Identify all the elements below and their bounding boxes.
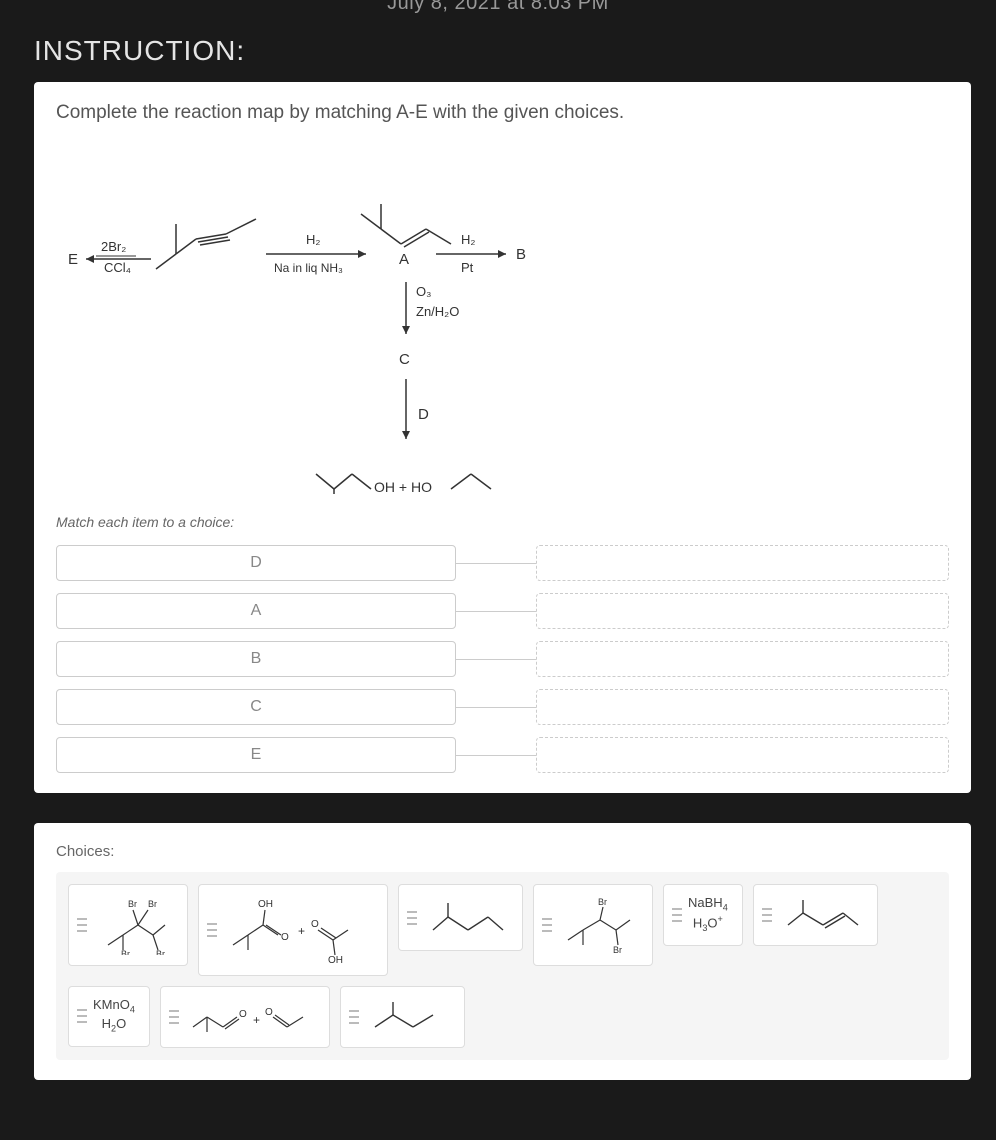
connector-line [456, 755, 536, 756]
svg-text:OH: OH [328, 955, 343, 965]
svg-text:Br: Br [156, 949, 165, 955]
drop-target[interactable] [536, 545, 949, 581]
match-row: E [56, 737, 949, 773]
svg-text:D: D [418, 406, 429, 423]
connector-line [456, 707, 536, 708]
reaction-diagram: E 2Br₂ CCl₄ H₂ Na in liq NH₃ A H₂ [56, 144, 656, 494]
match-item[interactable]: C [56, 689, 456, 725]
svg-text:O: O [281, 932, 289, 943]
choice-structure [365, 997, 450, 1037]
drag-handle-icon [207, 923, 217, 937]
drag-handle-icon [407, 911, 417, 925]
choices-panel: Choices: Br Br Br Br [34, 823, 971, 1080]
choice-structure: Br Br [558, 895, 638, 955]
svg-text:O: O [265, 1007, 273, 1018]
choice-carboxylic-pair[interactable]: OH O + O OH [198, 884, 388, 976]
svg-text:A: A [399, 251, 409, 268]
match-row: A [56, 593, 949, 629]
svg-text:OH: OH [258, 899, 273, 910]
connector-line [456, 563, 536, 564]
match-rows: D A B C E [56, 545, 949, 773]
drag-handle-icon [349, 1010, 359, 1024]
svg-text:O: O [239, 1009, 247, 1020]
drop-target[interactable] [536, 737, 949, 773]
date-text: July 8, 2021 at 8:03 PM [0, 0, 996, 15]
choice-structure: Br Br Br Br [93, 895, 173, 955]
svg-text:Zn/H₂O: Zn/H₂O [416, 304, 459, 319]
svg-text:Br: Br [128, 899, 137, 909]
svg-text:Br: Br [613, 945, 622, 955]
svg-text:E: E [68, 251, 78, 268]
svg-text:Br: Br [121, 949, 130, 955]
match-instruction: Match each item to a choice: [56, 514, 949, 530]
choice-branched-alkane[interactable] [398, 884, 523, 951]
svg-text:H₂: H₂ [306, 232, 320, 247]
svg-text:Br: Br [598, 897, 607, 907]
choice-isopentane[interactable] [340, 986, 465, 1048]
drop-target[interactable] [536, 641, 949, 677]
question-panel: Complete the reaction map by matching A-… [34, 82, 971, 793]
svg-text:+: + [298, 924, 305, 938]
svg-text:OH + HO: OH + HO [374, 479, 432, 494]
choices-grid: Br Br Br Br OH O + [56, 872, 949, 1060]
svg-text:O₃: O₃ [416, 284, 431, 299]
drag-handle-icon [77, 918, 87, 932]
match-item[interactable]: E [56, 737, 456, 773]
choice-nabh4[interactable]: NaBH4H3O+ [663, 884, 743, 946]
svg-text:CCl₄: CCl₄ [104, 260, 131, 275]
instruction-heading: INSTRUCTION: [34, 35, 996, 67]
svg-text:Na in liq NH₃: Na in liq NH₃ [274, 261, 343, 275]
svg-text:C: C [399, 351, 410, 368]
question-text: Complete the reaction map by matching A-… [56, 102, 949, 124]
match-item[interactable]: B [56, 641, 456, 677]
svg-text:Pt: Pt [461, 260, 474, 275]
match-row: B [56, 641, 949, 677]
match-row: D [56, 545, 949, 581]
drag-handle-icon [169, 1010, 179, 1024]
svg-text:B: B [516, 246, 526, 263]
svg-text:Br: Br [148, 899, 157, 909]
drag-handle-icon [542, 918, 552, 932]
drag-handle-icon [762, 908, 772, 922]
svg-text:2Br₂: 2Br₂ [101, 239, 126, 254]
match-item[interactable]: A [56, 593, 456, 629]
choice-reagent-text: KMnO4H2O [93, 997, 135, 1036]
choice-structure [423, 895, 508, 940]
choice-structure: O + O [185, 997, 315, 1037]
choice-reagent-text: NaBH4H3O+ [688, 895, 728, 935]
choice-dibromo[interactable]: Br Br [533, 884, 653, 966]
match-row: C [56, 689, 949, 725]
connector-line [456, 659, 536, 660]
connector-line [456, 611, 536, 612]
drop-target[interactable] [536, 689, 949, 725]
choice-aldehyde-pair[interactable]: O + O [160, 986, 330, 1048]
choice-alkene-branched[interactable] [753, 884, 878, 946]
drag-handle-icon [77, 1009, 87, 1023]
choices-heading: Choices: [56, 843, 949, 860]
svg-text:O: O [311, 919, 319, 930]
choice-tetrabromo[interactable]: Br Br Br Br [68, 884, 188, 966]
drop-target[interactable] [536, 593, 949, 629]
drag-handle-icon [672, 908, 682, 922]
svg-text:+: + [253, 1013, 260, 1027]
choice-kmno4[interactable]: KMnO4H2O [68, 986, 150, 1047]
svg-text:H₂: H₂ [461, 232, 475, 247]
match-item[interactable]: D [56, 545, 456, 581]
choice-structure: OH O + O OH [223, 895, 373, 965]
choice-structure [778, 895, 863, 935]
